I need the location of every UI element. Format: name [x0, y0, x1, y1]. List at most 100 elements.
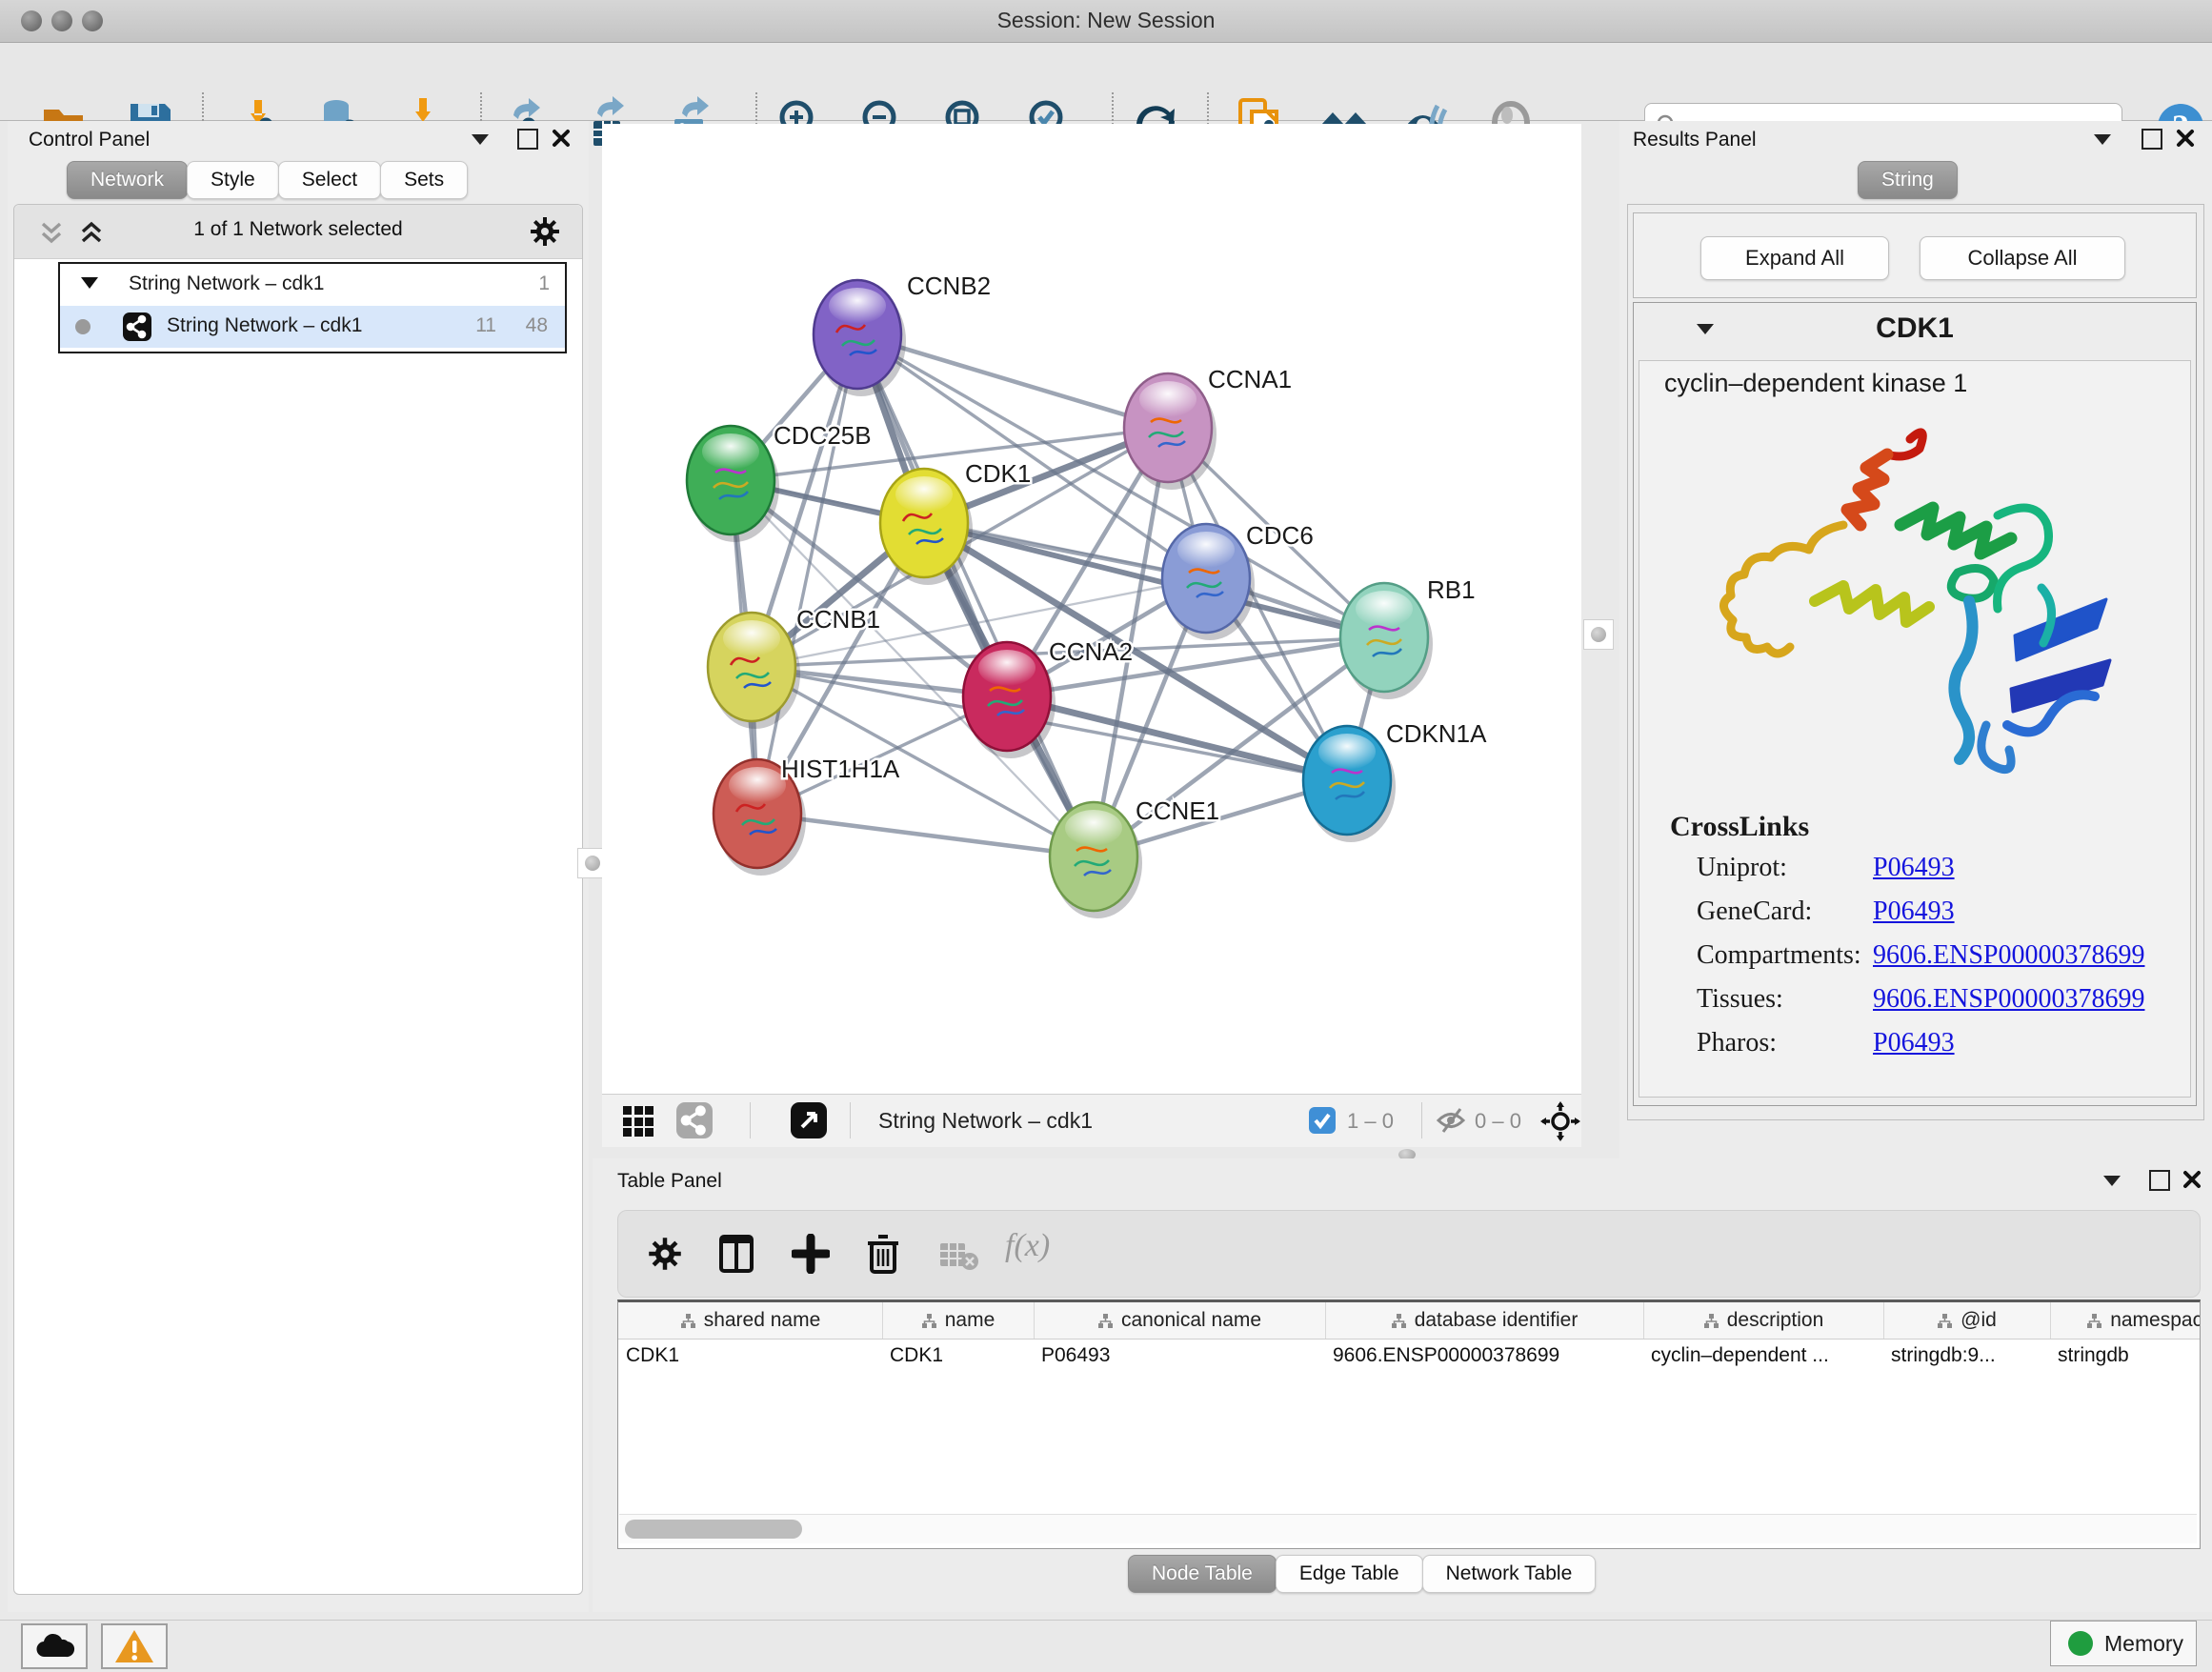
- table-tabbar: Node TableEdge TableNetwork Table: [1128, 1555, 1595, 1593]
- tab-node-table[interactable]: Node Table: [1128, 1555, 1277, 1593]
- node-label: RB1: [1427, 575, 1476, 604]
- warning-status-button[interactable]: [101, 1623, 168, 1669]
- birds-eye-view-icon[interactable]: [791, 1102, 827, 1138]
- network-node-ccna2[interactable]: CCNA2: [963, 637, 1133, 758]
- crosslink-link[interactable]: 9606.ENSP00000378699: [1873, 984, 2144, 1015]
- column-header-namespace[interactable]: namespace: [2050, 1302, 2201, 1339]
- network-node-ccna1[interactable]: CCNA1: [1124, 365, 1292, 490]
- expand-all-button[interactable]: Expand All: [1700, 236, 1889, 280]
- delete-column-trash-icon[interactable]: [864, 1232, 902, 1276]
- panel-float-icon[interactable]: [517, 129, 538, 150]
- tab-select[interactable]: Select: [278, 161, 381, 199]
- selected-checkbox-icon[interactable]: [1309, 1107, 1336, 1134]
- crosslink-label: Compartments:: [1697, 940, 1861, 971]
- network-node-cdc6[interactable]: CDC6: [1162, 521, 1314, 640]
- tab-style[interactable]: Style: [187, 161, 279, 199]
- panel-menu-caret-icon[interactable]: [2094, 134, 2111, 145]
- title-bar: Session: New Session: [0, 0, 2212, 43]
- string-results-container: Expand All Collapse All CDK1 cyclin–depe…: [1627, 204, 2204, 1120]
- network-node-cdkn1a[interactable]: CDKN1A: [1303, 719, 1487, 842]
- column-header-name[interactable]: name: [882, 1302, 1035, 1339]
- crosslink-label: GeneCard:: [1697, 896, 1812, 927]
- share-view-icon[interactable]: [676, 1102, 713, 1138]
- gear-icon[interactable]: [647, 1236, 683, 1272]
- splitter-dot-icon: [585, 856, 600, 871]
- panel-close-icon[interactable]: [2182, 1169, 2202, 1190]
- network-node-rb1[interactable]: RB1: [1340, 575, 1476, 699]
- node-label: CDKN1A: [1386, 719, 1487, 748]
- grid-view-icon[interactable]: [623, 1106, 654, 1137]
- column-header-label: canonical name: [1121, 1309, 1261, 1332]
- table-cell: stringdb: [2050, 1344, 2201, 1377]
- network-node-cdk1[interactable]: CDK1: [880, 459, 1031, 585]
- panel-close-icon[interactable]: [551, 128, 572, 149]
- cloud-status-button[interactable]: [21, 1623, 88, 1669]
- network-list: String Network – cdk1 1 String Network –…: [58, 262, 567, 353]
- crosslink-link[interactable]: 9606.ENSP00000378699: [1873, 940, 2144, 971]
- column-header-canonical-name[interactable]: canonical name: [1034, 1302, 1326, 1339]
- panel-float-icon[interactable]: [2149, 1170, 2170, 1191]
- gear-icon[interactable]: [529, 215, 561, 248]
- network-node-ccnb2[interactable]: CCNB2: [814, 272, 991, 396]
- node-label: CDC25B: [774, 421, 872, 450]
- column-header-label: @id: [1961, 1309, 1997, 1332]
- network-node-cdc25b[interactable]: CDC25B: [687, 421, 872, 542]
- crosslink-link[interactable]: P06493: [1873, 1028, 1955, 1058]
- fit-selected-crosshair-icon[interactable]: [1540, 1101, 1580, 1141]
- hidden-eye-icon[interactable]: [1435, 1106, 1467, 1135]
- tab-network[interactable]: Network: [67, 161, 188, 199]
- network-node-ccne1[interactable]: CCNE1: [1050, 796, 1219, 918]
- cloud-icon: [33, 1632, 75, 1661]
- memory-status-dot: [2068, 1631, 2093, 1656]
- memory-button[interactable]: Memory: [2050, 1621, 2197, 1666]
- control-panel-tabbar: NetworkStyleSelectSets: [67, 161, 467, 199]
- collapse-all-button[interactable]: Collapse All: [1920, 236, 2125, 280]
- panel-menu-caret-icon[interactable]: [472, 134, 489, 145]
- panel-float-icon[interactable]: [2142, 129, 2162, 150]
- network-edge[interactable]: [757, 814, 1094, 856]
- tab-string[interactable]: String: [1858, 161, 1958, 199]
- column-header-label: description: [1727, 1309, 1824, 1332]
- collection-label: String Network – cdk1: [129, 272, 324, 295]
- network-row-selected[interactable]: String Network – cdk1 11 48: [60, 306, 565, 348]
- column-type-icon: [1937, 1313, 1953, 1329]
- delete-table-icon[interactable]: [938, 1239, 980, 1272]
- scrollbar-thumb[interactable]: [625, 1520, 802, 1539]
- column-header-shared-name[interactable]: shared name: [618, 1302, 883, 1339]
- node-label: CCNE1: [1136, 796, 1219, 825]
- crosslink-link[interactable]: P06493: [1873, 853, 1955, 883]
- show-columns-icon[interactable]: [717, 1234, 755, 1274]
- crosslink-link[interactable]: P06493: [1873, 896, 1955, 927]
- panel-close-icon[interactable]: [2175, 128, 2196, 149]
- column-header-description[interactable]: description: [1643, 1302, 1884, 1339]
- right-splitter-handle[interactable]: [1583, 619, 1614, 650]
- collection-expand-icon[interactable]: [81, 277, 98, 289]
- node-table[interactable]: shared name name canonical name database id…: [617, 1299, 2201, 1549]
- control-panel: Control Panel NetworkStyleSelectSets 1 o…: [8, 121, 589, 1612]
- network-collection-row[interactable]: String Network – cdk1 1: [60, 264, 565, 306]
- network-canvas[interactable]: CCNB2 CCNA1 CDC25B CDK1 CDC6 RB1 CCNB1 CCNA2 CDK…: [602, 124, 1581, 1094]
- network-node-hist1h1a[interactable]: HIST1H1A: [714, 755, 900, 876]
- tab-edge-table[interactable]: Edge Table: [1276, 1555, 1423, 1593]
- memory-label: Memory: [2104, 1631, 2183, 1657]
- column-header-database-identifier[interactable]: database identifier: [1325, 1302, 1644, 1339]
- column-type-icon: [680, 1313, 696, 1329]
- column-header-@id[interactable]: @id: [1883, 1302, 2051, 1339]
- expand-collapse-bar: Expand All Collapse All: [1633, 212, 2197, 298]
- function-builder-icon[interactable]: f(x): [1005, 1228, 1050, 1264]
- status-bar: Memory: [0, 1620, 2212, 1672]
- toolbar-separator: [750, 1102, 751, 1138]
- tab-network-table[interactable]: Network Table: [1422, 1555, 1597, 1593]
- network-list-toolbar: 1 of 1 Network selected: [14, 205, 582, 259]
- column-header-label: shared name: [704, 1309, 821, 1332]
- network-view-toolbar: String Network – cdk1 1 – 0 0 – 0: [602, 1094, 1581, 1147]
- table-cell: P06493: [1034, 1344, 1325, 1377]
- tab-sets[interactable]: Sets: [380, 161, 468, 199]
- create-column-plus-icon[interactable]: [792, 1234, 830, 1274]
- table-panel: Table Panel f(x) shared namena: [593, 1158, 2212, 1612]
- table-panel-title: Table Panel: [617, 1170, 722, 1193]
- panel-menu-caret-icon[interactable]: [2103, 1176, 2121, 1186]
- horizontal-scrollbar[interactable]: [619, 1514, 2197, 1543]
- network-node-ccnb1[interactable]: CCNB1: [708, 605, 880, 729]
- network-edge[interactable]: [757, 334, 857, 814]
